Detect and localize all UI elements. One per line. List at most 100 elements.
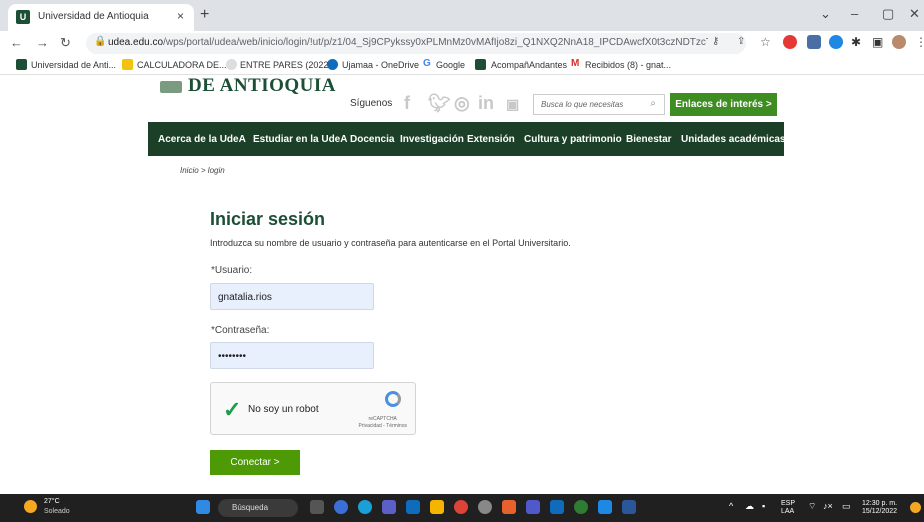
- udea-favicon-icon: [475, 59, 486, 70]
- chat-icon[interactable]: [334, 500, 348, 514]
- language-indicator[interactable]: ESP LAA: [781, 500, 795, 516]
- login-intro-text: Introduzca su nombre de usuario y contra…: [210, 238, 571, 248]
- close-window-icon[interactable]: ✕: [909, 6, 920, 22]
- edge-icon[interactable]: [358, 500, 372, 514]
- conectar-button[interactable]: Conectar >: [210, 450, 300, 475]
- emblem-icon: [160, 80, 182, 93]
- gmail-icon: M: [571, 58, 580, 69]
- tab-title: Universidad de Antioquia: [38, 11, 149, 22]
- bookmark-udea[interactable]: Universidad de Anti...: [31, 60, 116, 70]
- search-icon[interactable]: ⌕: [650, 98, 656, 109]
- extension-icon[interactable]: [807, 35, 821, 49]
- app-icon[interactable]: [550, 500, 564, 514]
- udea-favicon-icon: U: [16, 10, 30, 24]
- extension-icon[interactable]: [829, 35, 843, 49]
- reload-icon[interactable]: ↻: [60, 35, 71, 51]
- recaptcha-widget[interactable]: ✓ No soy un robot reCAPTCHA Privacidad - …: [210, 382, 416, 435]
- password-field[interactable]: ••••••••: [210, 342, 374, 369]
- app-tray-icon[interactable]: ▪: [762, 502, 765, 511]
- bookmark-calculadora[interactable]: CALCULADORA DE...: [137, 60, 227, 70]
- app-icon[interactable]: [574, 500, 588, 514]
- minimize-icon[interactable]: –: [851, 6, 858, 21]
- menu-acerca[interactable]: Acerca de la UdeA: [158, 134, 246, 145]
- new-tab-button[interactable]: +: [200, 6, 209, 24]
- menu-docencia[interactable]: Docencia: [350, 134, 394, 145]
- username-value: gnatalia.rios: [218, 292, 272, 303]
- app-icon[interactable]: [478, 500, 492, 514]
- bookmark-gmail[interactable]: Recibidos (8) - gnat...: [585, 60, 671, 70]
- siguenos-label: Síguenos: [350, 98, 393, 109]
- share-icon[interactable]: ⇪: [737, 36, 745, 47]
- bookmark-entre-pares[interactable]: ENTRE PARES (2022...: [240, 60, 336, 70]
- star-icon[interactable]: ☆: [760, 35, 771, 49]
- forward-icon[interactable]: →: [36, 35, 49, 50]
- taskbar-search[interactable]: Búsqueda: [218, 499, 298, 517]
- folder-icon: [122, 59, 133, 70]
- store-icon[interactable]: [382, 500, 396, 514]
- back-icon[interactable]: ←: [10, 35, 23, 50]
- chrome-icon[interactable]: [454, 500, 468, 514]
- chevron-up-icon[interactable]: ^: [729, 502, 733, 511]
- menu-bienestar[interactable]: Bienestar: [626, 134, 672, 145]
- recaptcha-logo-icon: [385, 391, 401, 407]
- restore-icon[interactable]: ▢: [882, 6, 894, 22]
- puzzle-icon[interactable]: ✱: [851, 35, 861, 49]
- volume-icon[interactable]: ♪×: [823, 502, 833, 511]
- temperature: 27°C: [44, 498, 60, 505]
- globe-icon: [226, 59, 237, 70]
- instagram-icon[interactable]: ◎: [454, 93, 470, 114]
- password-label: *Contraseña:: [211, 325, 270, 336]
- word-icon[interactable]: [622, 500, 636, 514]
- search-placeholder: Busca lo que necesitas: [541, 100, 624, 109]
- site-search-input[interactable]: Busca lo que necesitas ⌕: [533, 94, 665, 115]
- notification-icon[interactable]: [910, 502, 921, 513]
- menu-estudiar[interactable]: Estudiar en la UdeA: [253, 134, 347, 145]
- battery-icon[interactable]: ▭: [842, 502, 851, 511]
- browser-tab[interactable]: U Universidad de Antioquia ×: [8, 4, 194, 31]
- chevron-down-icon[interactable]: ⌄: [820, 6, 831, 22]
- menu-extension[interactable]: Extensión: [467, 134, 515, 145]
- menu-icon[interactable]: ⋮: [915, 35, 924, 49]
- time: 12:30 p. m.: [862, 500, 898, 507]
- onedrive-icon: [327, 59, 338, 70]
- youtube-icon[interactable]: ▣: [506, 96, 519, 113]
- university-logo[interactable]: DE ANTIOQUIA: [160, 75, 336, 97]
- sidepanel-icon[interactable]: ▣: [872, 35, 883, 49]
- sun-icon: [24, 500, 37, 513]
- profile-avatar-icon[interactable]: [892, 35, 906, 49]
- task-view-icon[interactable]: [310, 500, 324, 514]
- app-icon[interactable]: [598, 500, 612, 514]
- url-path: /wps/portal/udea/web/inicio/login/!ut/p/…: [163, 37, 708, 48]
- key-icon[interactable]: ⚷: [712, 36, 719, 47]
- bookmark-onedrive[interactable]: Ujamaa - OneDrive: [342, 60, 419, 70]
- twitter-icon[interactable]: 🐦︎: [428, 93, 451, 114]
- menu-unidades[interactable]: Unidades académicas: [681, 134, 786, 145]
- address-bar[interactable]: 🔒 udea.edu.co/wps/portal/udea/web/inicio…: [86, 33, 746, 54]
- weather-condition: Soleado: [44, 508, 70, 515]
- linkedin-icon[interactable]: in: [478, 93, 494, 114]
- teams-icon[interactable]: [526, 500, 540, 514]
- file-explorer-icon[interactable]: [430, 500, 444, 514]
- checkmark-icon[interactable]: ✓: [223, 397, 241, 423]
- onedrive-icon[interactable]: ☁: [745, 502, 754, 511]
- wifi-icon[interactable]: ⌔: [808, 502, 816, 511]
- username-field[interactable]: gnatalia.rios: [210, 283, 374, 310]
- google-icon: G: [423, 58, 431, 69]
- bookmark-google[interactable]: Google: [436, 60, 465, 70]
- recaptcha-links[interactable]: Privacidad - Términos: [358, 423, 407, 430]
- clock[interactable]: 12:30 p. m. 15/12/2022: [862, 500, 897, 516]
- menu-investigacion[interactable]: Investigación: [400, 134, 464, 145]
- password-value: ••••••••: [218, 351, 247, 362]
- adblock-icon[interactable]: [783, 35, 797, 49]
- taskbar-search-label: Búsqueda: [232, 503, 269, 512]
- windows-start-icon[interactable]: [196, 500, 210, 514]
- facebook-icon[interactable]: f: [404, 93, 410, 114]
- menu-cultura[interactable]: Cultura y patrimonio: [524, 134, 622, 145]
- bookmark-acompanandantes[interactable]: AcompañAndantes: [491, 60, 567, 70]
- breadcrumb[interactable]: Inicio > login: [180, 166, 225, 175]
- enlaces-de-interes-button[interactable]: Enlaces de interés >: [670, 93, 777, 116]
- close-tab-icon[interactable]: ×: [177, 9, 184, 23]
- mail-icon[interactable]: [406, 500, 420, 514]
- udea-favicon-icon: [16, 59, 27, 70]
- app-icon[interactable]: [502, 500, 516, 514]
